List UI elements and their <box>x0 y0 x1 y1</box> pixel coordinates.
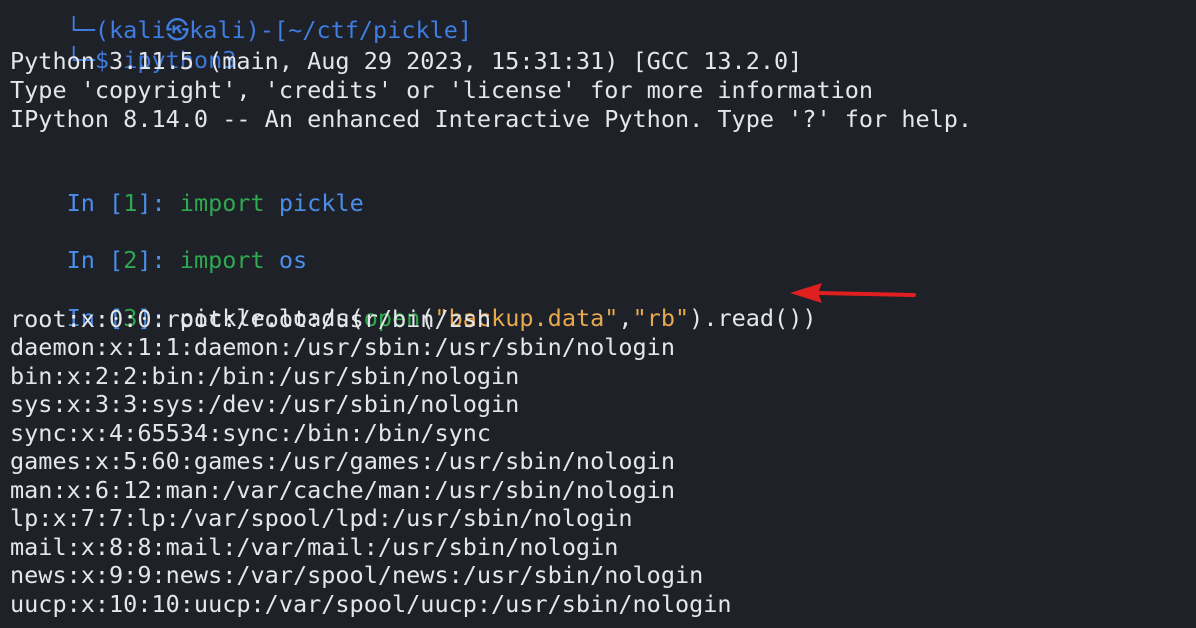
module-name: os <box>278 246 308 274</box>
in-prompt-label: In [ <box>66 246 124 274</box>
shell-prompt-line: └─(kali㉿kali)-[~/ctf/pickle] <box>10 0 473 44</box>
output-line: man:x:6:12:man:/var/cache/man:/usr/sbin/… <box>10 476 675 504</box>
output-line: daemon:x:1:1:daemon:/usr/sbin:/usr/sbin/… <box>10 333 675 361</box>
output-line: uucp:x:10:10:uucp:/var/spool/uucp:/usr/s… <box>10 590 732 618</box>
output-line: sync:x:4:65534:sync:/bin:/bin/sync <box>10 419 492 447</box>
code-string-mode: "rb" <box>632 304 690 332</box>
banner-python-version: Python 3.11.5 (main, Aug 29 2023, 15:31:… <box>10 47 803 75</box>
in-prompt-close: ]: <box>137 246 180 274</box>
output-line: mail:x:8:8:mail:/var/mail:/usr/sbin/nolo… <box>10 533 619 561</box>
module-name: pickle <box>278 189 364 217</box>
output-line: news:x:9:9:news:/var/spool/news:/usr/sbi… <box>10 561 704 589</box>
banner-ipython-version: IPython 8.14.0 -- An enhanced Interactiv… <box>10 105 973 133</box>
banner-license-info: Type 'copyright', 'credits' or 'license'… <box>10 76 874 104</box>
output-line: lp:x:7:7:lp:/var/spool/lpd:/usr/sbin/nol… <box>10 504 633 532</box>
output-line: games:x:5:60:games:/usr/games:/usr/sbin/… <box>10 447 675 475</box>
terminal-window[interactable]: └─(kali㉿kali)-[~/ctf/pickle] └─$ ipython… <box>0 0 1196 628</box>
in-prompt-number: 2 <box>123 246 138 274</box>
in-prompt-label: In [ <box>66 189 124 217</box>
red-arrow-icon <box>790 283 916 303</box>
keyword-import: import <box>179 246 265 274</box>
output-line: root:x:0:0:root:/root:/usr/bin/zsh <box>10 305 492 333</box>
output-line: sys:x:3:3:sys:/dev:/usr/sbin/nologin <box>10 390 520 418</box>
code-comma: , <box>618 304 633 332</box>
code-read-call: ).read()) <box>689 304 817 332</box>
in-prompt-number: 1 <box>123 189 138 217</box>
keyword-import: import <box>179 189 265 217</box>
input-cell-2[interactable]: In [2]: import os <box>10 218 308 274</box>
in-prompt-close: ]: <box>137 189 180 217</box>
input-cell-1[interactable]: In [1]: import pickle <box>10 161 364 217</box>
output-line: bin:x:2:2:bin:/bin:/usr/sbin/nologin <box>10 362 520 390</box>
input-cell-3[interactable]: In [3]: pickle.loads(open("backup.data",… <box>10 276 817 332</box>
shell-command-line: └─$ ipython3 <box>10 18 237 74</box>
